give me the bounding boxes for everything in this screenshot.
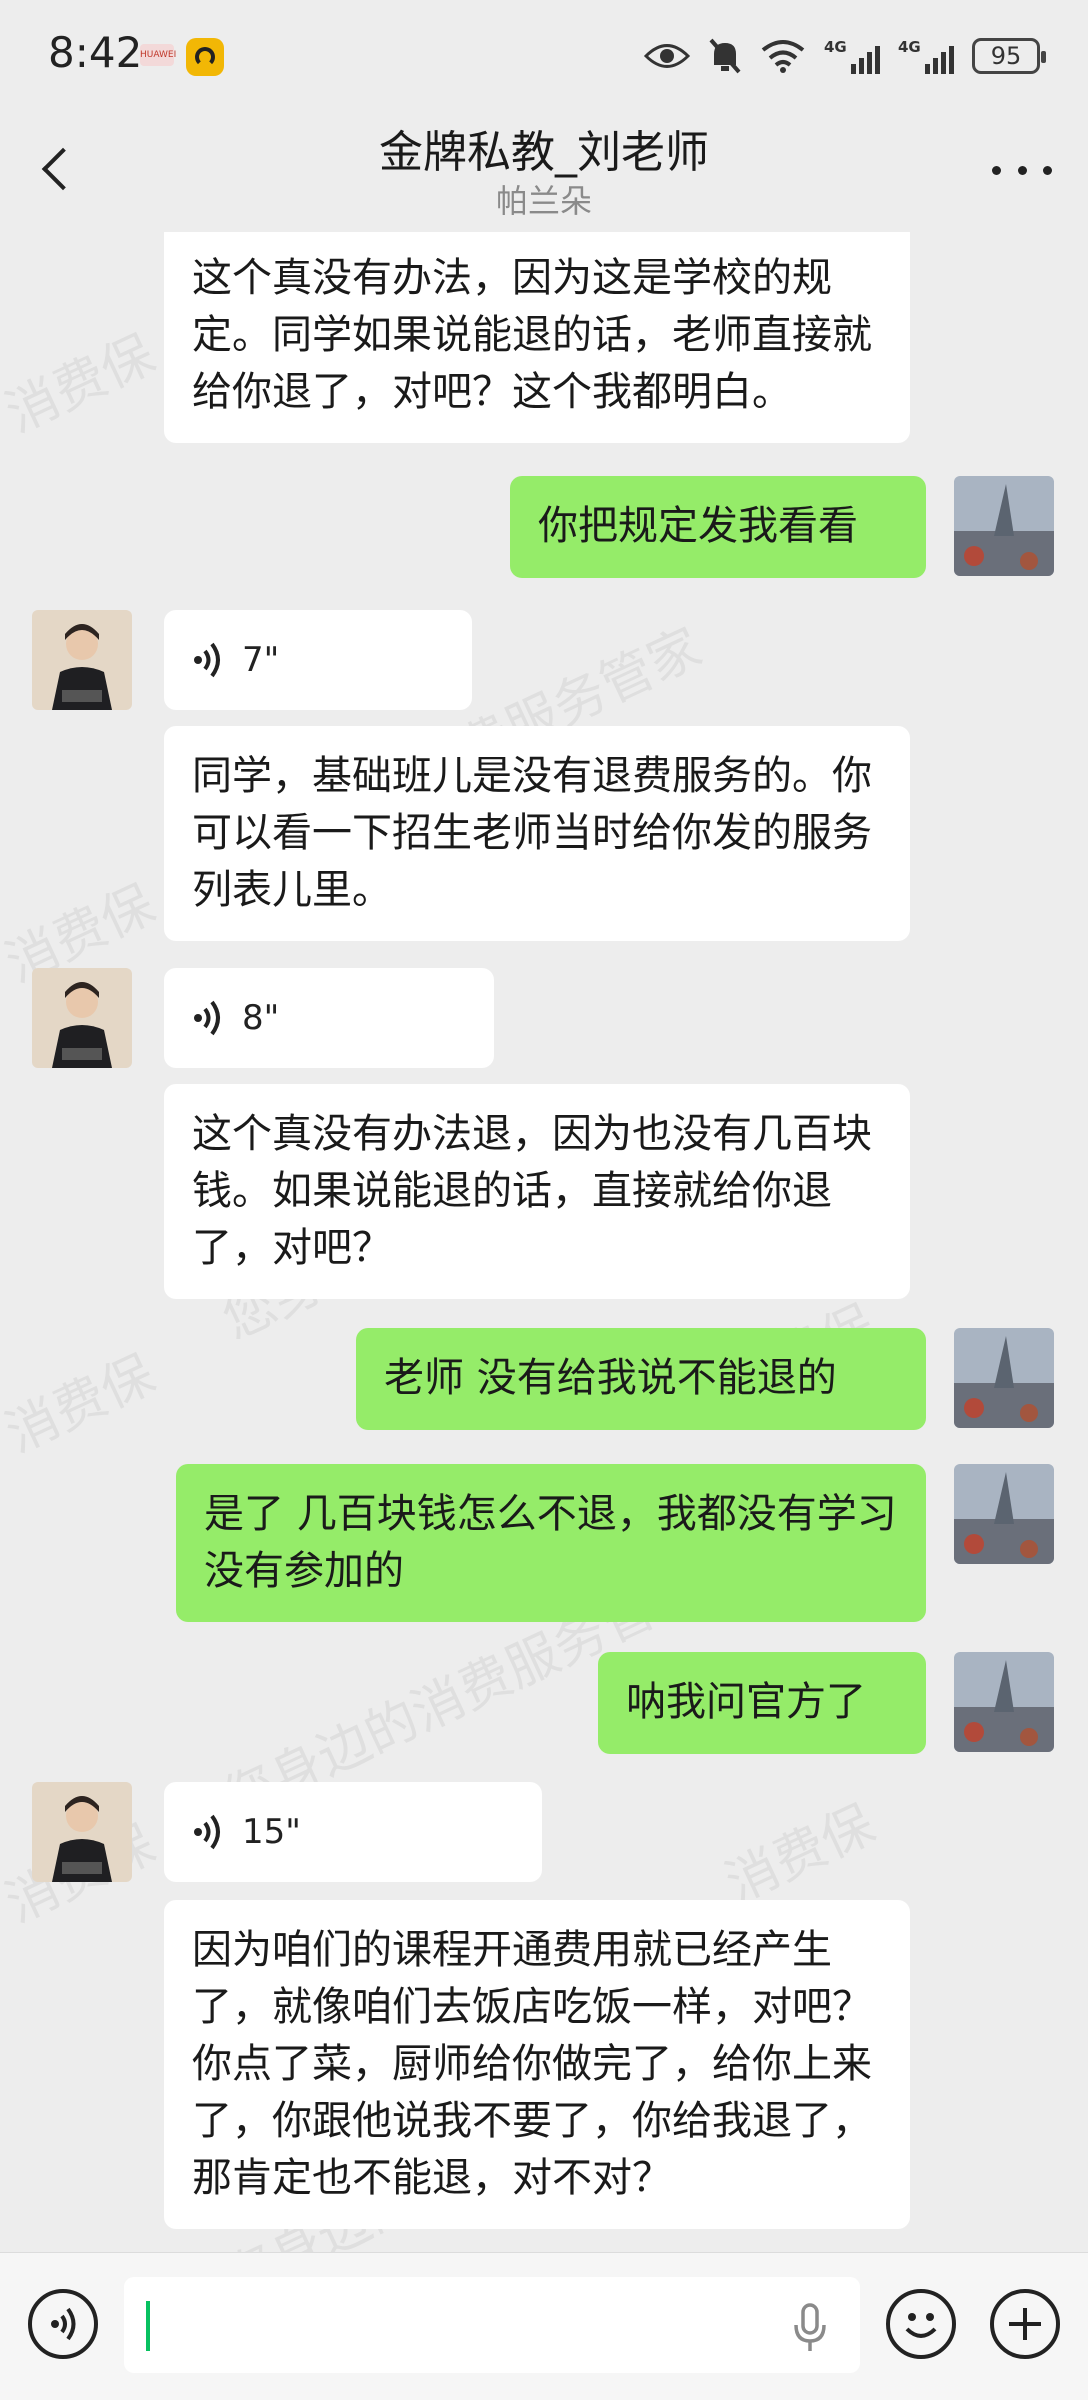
message-list[interactable]: 消费保 您身边的消费服务管家 消费保 您身边的消费服务管家 消费保 消费保 您身… <box>0 232 1088 2252</box>
message-input[interactable] <box>124 2277 860 2373</box>
chat-title: 金牌私教_刘老师 <box>379 127 709 178</box>
message-bubble-received[interactable]: 因为咱们的课程开通费用就已经产生了，就像咱们去饭店吃饭一样，对吧？你点了菜，厨师… <box>164 1900 910 2229</box>
status-indicators: 4G 4G 95 <box>644 34 1046 78</box>
emoji-icon <box>905 2313 937 2338</box>
network-type: 4G <box>824 38 847 56</box>
voice-message[interactable]: 8" <box>164 968 494 1068</box>
text-caret <box>146 2301 150 2351</box>
wifi-icon <box>761 40 805 73</box>
eye-icon <box>644 44 690 68</box>
voice-wave-icon <box>194 1814 220 1850</box>
battery-icon: 95 <box>972 38 1046 74</box>
microphone-icon[interactable] <box>790 2303 830 2353</box>
watermark: 消费保 <box>0 1344 164 1465</box>
signal-icon: 4G <box>898 36 954 76</box>
message-bubble-received[interactable]: 这个真没有办法退，因为也没有几百块钱。如果说能退的话，直接就给你退了，对吧？ <box>164 1084 910 1299</box>
message-bubble-sent[interactable]: 你把规定发我看看 <box>510 476 926 578</box>
voice-message[interactable]: 7" <box>164 610 472 710</box>
chat-header: 金牌私教_刘老师 帕兰朵 <box>0 110 1088 232</box>
app-notification-icon <box>186 38 224 76</box>
message-bubble-received[interactable]: 这个真没有办法，因为这是学校的规定。同学如果说能退的话，老师直接就给你退了，对吧… <box>164 232 910 443</box>
my-avatar[interactable] <box>954 476 1054 576</box>
network-type: 4G <box>898 38 921 56</box>
contact-avatar[interactable] <box>32 610 132 710</box>
voice-mode-button[interactable] <box>28 2289 98 2359</box>
voice-wave-icon <box>51 2307 76 2341</box>
message-bubble-sent[interactable]: 呐我问官方了 <box>598 1652 926 1754</box>
contact-avatar[interactable] <box>32 1782 132 1882</box>
more-options-button[interactable] <box>992 150 1052 190</box>
voice-message[interactable]: 15" <box>164 1782 542 1882</box>
huawei-icon: HUAWEI <box>140 44 176 66</box>
input-bar <box>0 2252 1088 2400</box>
message-bubble-sent[interactable]: 老师 没有给我说不能退的 <box>356 1328 926 1430</box>
battery-level: 95 <box>990 42 1022 70</box>
chat-subtitle: 帕兰朵 <box>495 182 592 220</box>
plus-icon <box>1009 2308 1041 2340</box>
my-avatar[interactable] <box>954 1652 1054 1752</box>
mute-bell-icon <box>709 38 741 74</box>
voice-wave-icon <box>194 1000 220 1036</box>
my-avatar[interactable] <box>954 1328 1054 1428</box>
signal-icon: 4G <box>824 36 880 76</box>
watermark: 消费保 <box>716 1794 884 1915</box>
more-functions-button[interactable] <box>990 2289 1060 2359</box>
voice-duration: 7" <box>242 639 280 680</box>
voice-duration: 8" <box>242 997 280 1038</box>
message-bubble-received[interactable]: 同学，基础班儿是没有退费服务的。你可以看一下招生老师当时给你发的服务列表儿里。 <box>164 726 910 941</box>
status-time: 8:42 <box>48 28 143 77</box>
message-bubble-sent[interactable]: 是了 几百块钱怎么不退，我都没有学习没有参加的 <box>176 1464 926 1622</box>
watermark: 消费保 <box>0 324 164 445</box>
voice-wave-icon <box>194 642 220 678</box>
my-avatar[interactable] <box>954 1464 1054 1564</box>
emoji-button[interactable] <box>886 2289 956 2359</box>
contact-avatar[interactable] <box>32 968 132 1068</box>
status-bar: 8:42 HUAWEI 4G 4G 95 <box>0 0 1088 110</box>
voice-duration: 15" <box>242 1811 301 1852</box>
